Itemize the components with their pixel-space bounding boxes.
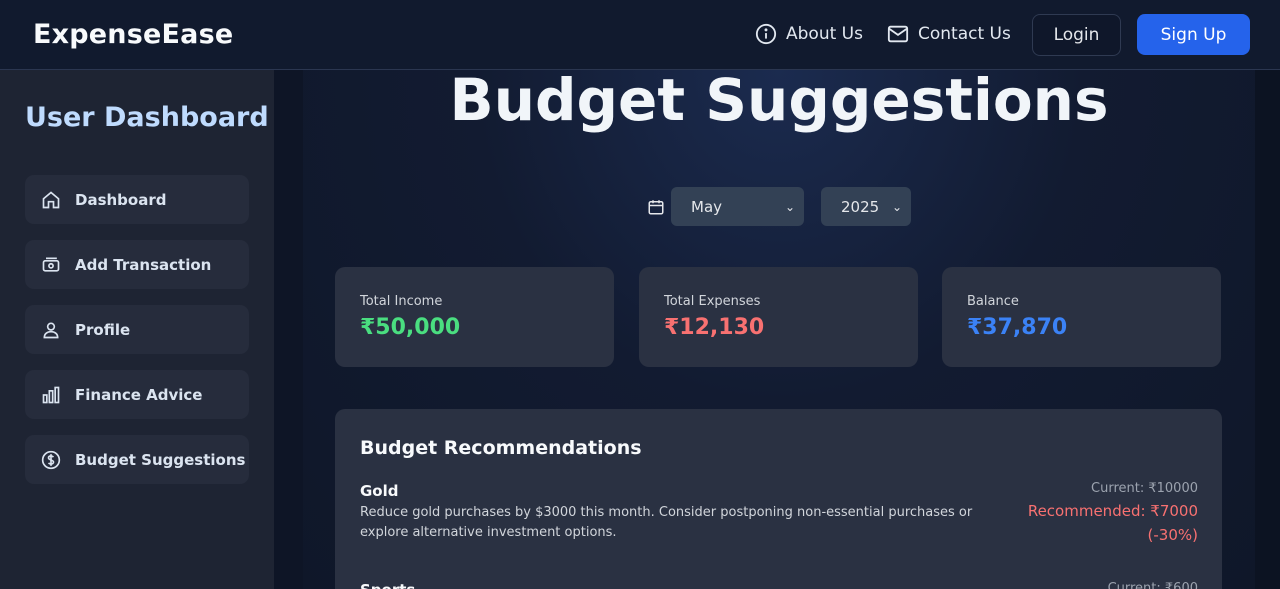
login-button[interactable]: Login xyxy=(1032,14,1121,56)
sidebar-item-budget-suggestions[interactable]: Budget Suggestions xyxy=(25,435,249,484)
layout-gutter xyxy=(1255,70,1280,589)
mail-icon xyxy=(887,25,909,43)
sign-up-button[interactable]: Sign Up xyxy=(1137,14,1250,55)
top-navbar: ExpenseEase About Us Contact Us Login Si… xyxy=(0,0,1280,70)
recommendation-recommended: Recommended: ₹7000 (-30%) xyxy=(1027,502,1198,544)
calendar-icon xyxy=(648,200,664,215)
stat-label: Total Income xyxy=(360,294,443,309)
sidebar-title: User Dashboard xyxy=(25,102,269,133)
layout-gutter xyxy=(274,70,303,589)
sidebar-item-label: Add Transaction xyxy=(75,255,212,274)
info-icon xyxy=(755,23,777,45)
sidebar-item-profile[interactable]: Profile xyxy=(25,305,249,354)
recommendation-category: Sports xyxy=(360,581,415,589)
sidebar-item-dashboard[interactable]: Dashboard xyxy=(25,175,249,224)
year-select-value: 2025 xyxy=(841,197,880,216)
month-select-value: May xyxy=(691,197,723,216)
recommendations-title: Budget Recommendations xyxy=(360,437,642,459)
total-expenses-value: ₹12,130 xyxy=(664,315,765,340)
chevron-down-icon: ⌄ xyxy=(784,199,795,214)
about-us-link[interactable]: About Us xyxy=(755,23,863,45)
sidebar-item-label: Dashboard xyxy=(75,190,167,209)
chevron-down-icon: ⌄ xyxy=(891,199,902,214)
stat-label: Balance xyxy=(967,294,1019,309)
sidebar-item-label: Budget Suggestions xyxy=(75,450,246,469)
balance-value: ₹37,870 xyxy=(967,315,1068,340)
recommendation-description: Reduce gold purchases by $3000 this mont… xyxy=(360,505,973,540)
recommendation-category: Gold xyxy=(360,482,399,500)
user-icon xyxy=(43,322,59,338)
total-income-value: ₹50,000 xyxy=(360,315,461,340)
dollar-circle-icon xyxy=(41,450,61,469)
balance-card: Balance ₹37,870 xyxy=(942,267,1221,367)
stat-label: Total Expenses xyxy=(664,294,761,309)
sidebar: User Dashboard Dashboard Add Transaction… xyxy=(0,70,274,589)
about-us-label: About Us xyxy=(786,24,863,44)
total-expenses-card: Total Expenses ₹12,130 xyxy=(639,267,918,367)
sidebar-item-label: Finance Advice xyxy=(75,385,203,404)
recommendation-current: Current: ₹600 xyxy=(1107,581,1198,589)
year-select[interactable]: 2025 ⌄ xyxy=(821,187,911,226)
main-content: Budget Suggestions May ⌄ 2025 ⌄ Total In… xyxy=(303,70,1255,589)
page-title: Budget Suggestions xyxy=(449,70,1109,134)
contact-us-link[interactable]: Contact Us xyxy=(887,23,1011,45)
cash-icon xyxy=(42,257,60,272)
month-select[interactable]: May ⌄ xyxy=(671,187,804,226)
sidebar-item-finance-advice[interactable]: Finance Advice xyxy=(25,370,249,419)
bar-chart-icon xyxy=(42,386,60,403)
sidebar-item-label: Profile xyxy=(75,320,131,339)
recommendation-current: Current: ₹10000 xyxy=(1091,481,1198,496)
sidebar-item-add-transaction[interactable]: Add Transaction xyxy=(25,240,249,289)
total-income-card: Total Income ₹50,000 xyxy=(335,267,614,367)
budget-recommendations-card: Budget Recommendations Gold Reduce gold … xyxy=(335,409,1222,589)
contact-us-label: Contact Us xyxy=(918,24,1011,44)
home-icon xyxy=(42,190,60,208)
brand-logo[interactable]: ExpenseEase xyxy=(33,19,233,50)
